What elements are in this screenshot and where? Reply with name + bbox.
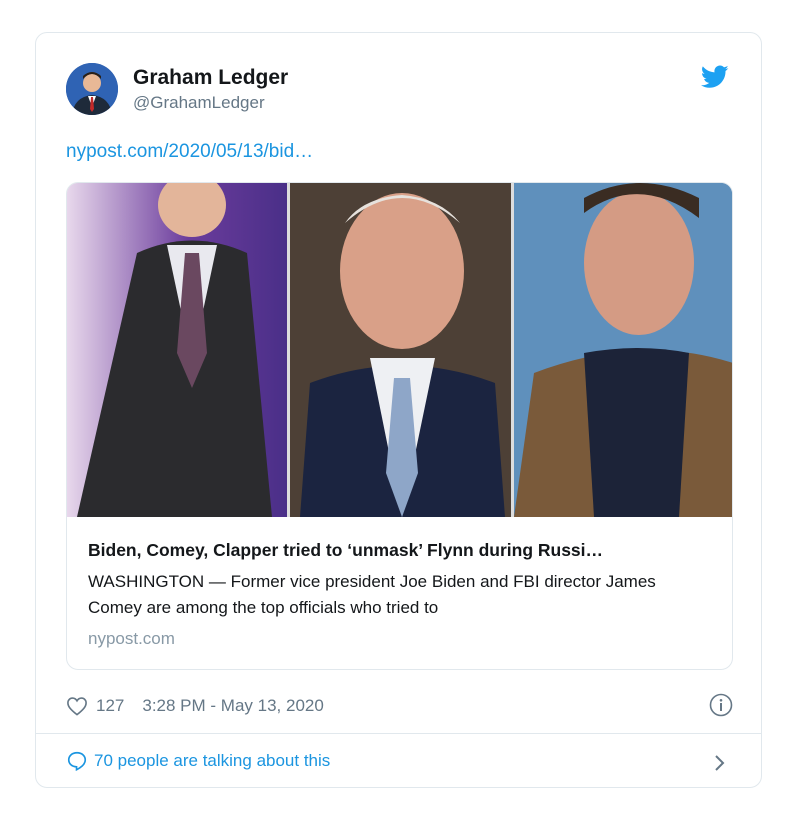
chevron-right-icon[interactable] bbox=[713, 753, 727, 773]
card-photo-center bbox=[290, 183, 511, 517]
conversation-text: 70 people are talking about this bbox=[94, 751, 331, 770]
author-handle[interactable]: @GrahamLedger bbox=[133, 93, 265, 113]
divider bbox=[36, 733, 761, 734]
card-image bbox=[67, 183, 732, 517]
card-domain: nypost.com bbox=[88, 629, 175, 648]
speech-bubble-icon bbox=[67, 751, 87, 772]
link-card[interactable]: Biden, Comey, Clapper tried to ‘unmask’ … bbox=[66, 182, 733, 670]
twitter-bird-icon[interactable] bbox=[701, 65, 729, 89]
card-photo-left bbox=[67, 183, 287, 517]
timestamp[interactable]: 3:28 PM - May 13, 2020 bbox=[142, 696, 323, 716]
article-link[interactable]: nypost.com/2020/05/13/bid… bbox=[66, 141, 313, 163]
author-name[interactable]: Graham Ledger bbox=[133, 66, 288, 90]
avatar[interactable] bbox=[66, 63, 118, 115]
tweet-meta: 127 3:28 PM - May 13, 2020 bbox=[66, 693, 324, 719]
avatar-image bbox=[66, 63, 118, 115]
card-title: Biden, Comey, Clapper tried to ‘unmask’ … bbox=[88, 540, 604, 560]
conversation-link[interactable]: 70 people are talking about this bbox=[66, 750, 330, 772]
card-photo-right bbox=[514, 183, 732, 517]
info-icon[interactable] bbox=[709, 693, 733, 717]
like-count[interactable]: 127 bbox=[96, 696, 124, 716]
card-description: WASHINGTON — Former vice president Joe B… bbox=[88, 572, 656, 617]
tweet-embed[interactable]: Graham Ledger @GrahamLedger nypost.com/2… bbox=[35, 32, 762, 788]
heart-icon[interactable] bbox=[66, 696, 88, 716]
